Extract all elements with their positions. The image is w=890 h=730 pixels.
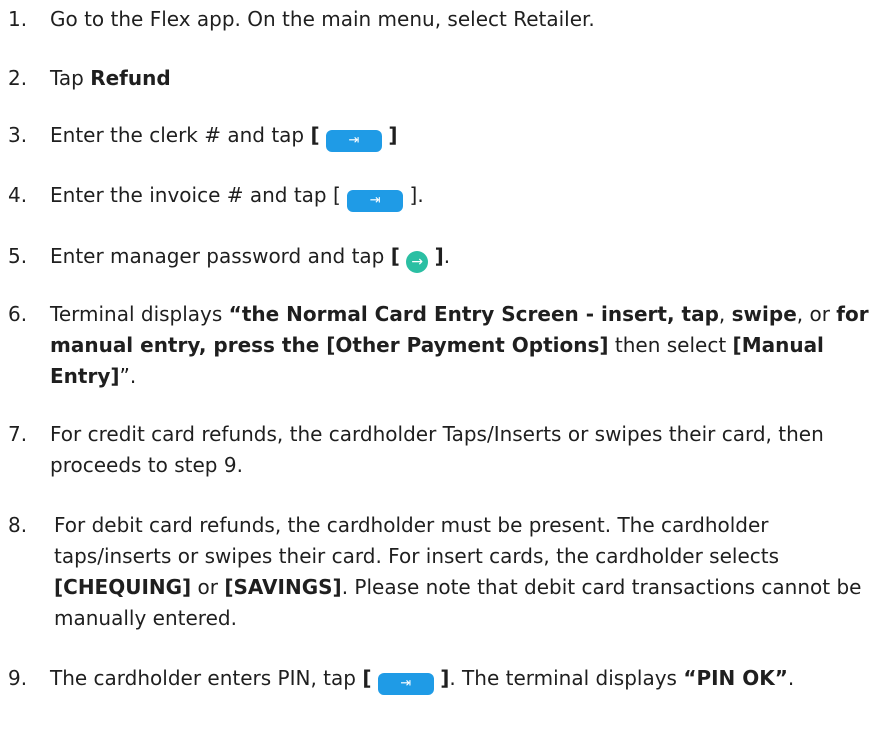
step-text: For credit card refunds, the cardholder … (50, 422, 824, 477)
enter-arrow-icon: ⇥ (326, 130, 382, 152)
step-number: 5. (8, 244, 28, 268)
step-text: Go to the Flex app. On the main menu, se… (50, 7, 595, 31)
enter-arrow-icon: ⇥ (347, 190, 404, 212)
step-number: 2. (8, 66, 28, 90)
refund-label: Refund (90, 66, 171, 90)
step-text: Tap Refund (50, 66, 171, 90)
step-number: 4. (8, 183, 28, 207)
step-text: Terminal displays “the Normal Card Entry… (50, 302, 869, 388)
step-number: 3. (8, 123, 28, 147)
enter-arrow-icon: ⇥ (377, 673, 434, 695)
step-text: For debit card refunds, the cardholder m… (54, 513, 862, 630)
step-number: 1. (8, 7, 28, 31)
step-text: Enter the clerk # and tap [ ⇥ ] (50, 120, 875, 152)
step-text: Enter the invoice # and tap [ ⇥ ]. (50, 180, 875, 212)
step-text: The cardholder enters PIN, tap [ ⇥ ]. Th… (50, 663, 875, 695)
step-number: 9. (8, 666, 28, 690)
step-number: 6. (8, 302, 28, 326)
step-number: 7. (8, 422, 28, 446)
step-text: Enter manager password and tap [ → ]. (50, 241, 875, 273)
step-number: 8. (8, 513, 28, 537)
circle-arrow-icon: → (406, 251, 429, 273)
